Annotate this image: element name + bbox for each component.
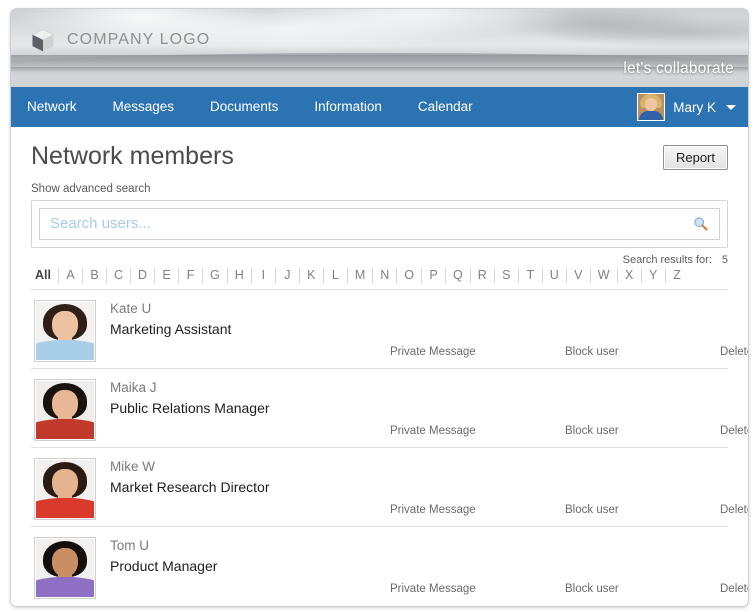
member-avatar[interactable] [34, 378, 96, 441]
alphabet-filter: All A B C D E F G H I J K L M N O P Q R S T U V W X Y Z [31, 267, 728, 290]
block-user-link[interactable]: Block user [565, 583, 619, 595]
search-input[interactable] [40, 209, 689, 238]
search-box [39, 207, 720, 240]
delete-user-link[interactable]: Delete user [720, 425, 748, 437]
cube-icon [31, 29, 55, 52]
member-list: Kate U Marketing Assistant Private Message… [31, 290, 748, 605]
search-results-summary: Search results for: 5 [31, 254, 728, 266]
delete-user-link[interactable]: Delete user [720, 504, 748, 516]
alpha-filter-u[interactable]: U [543, 267, 567, 283]
alpha-filter-w[interactable]: W [591, 267, 618, 283]
nav-item-calendar[interactable]: Calendar [400, 87, 491, 127]
alpha-filter-r[interactable]: R [471, 267, 495, 283]
alpha-filter-b[interactable]: B [83, 267, 107, 283]
delete-user-link[interactable]: Delete user [720, 346, 748, 358]
alpha-filter-all[interactable]: All [31, 267, 59, 283]
search-icon[interactable] [689, 216, 711, 231]
nav-item-network[interactable]: Network [11, 87, 95, 127]
alpha-filter-s[interactable]: S [495, 267, 519, 283]
member-actions: Private Message Block user Delete user [110, 425, 748, 441]
member-role: Product Manager [110, 557, 218, 574]
title-row: Network members Report [31, 127, 728, 171]
show-advanced-search-link[interactable]: Show advanced search [31, 183, 728, 195]
alpha-filter-n[interactable]: N [373, 267, 398, 283]
member-info: Maika J Public Relations Manager Private M… [110, 379, 748, 441]
alpha-filter-j[interactable]: J [276, 267, 300, 283]
nav-item-messages[interactable]: Messages [95, 87, 193, 127]
delete-user-link[interactable]: Delete user [720, 583, 748, 595]
alpha-filter-i[interactable]: I [252, 267, 276, 283]
alpha-filter-f[interactable]: F [179, 267, 204, 283]
member-actions: Private Message Block user Delete user [110, 346, 748, 362]
alpha-filter-l[interactable]: L [324, 267, 348, 283]
app-window: COMPANY LOGO let's collaborate Network M… [10, 8, 749, 607]
member-row: Tom U Product Manager Private Message Block… [31, 527, 748, 605]
logo-text: COMPANY LOGO [67, 31, 211, 48]
alpha-filter-v[interactable]: V [567, 267, 591, 283]
alpha-filter-t[interactable]: T [519, 267, 543, 283]
member-avatar[interactable] [34, 536, 96, 599]
avatar [637, 93, 666, 121]
member-name[interactable]: Tom U [110, 538, 728, 553]
nav-item-information[interactable]: Information [296, 87, 400, 127]
page-content: Network members Report Show advanced sea… [11, 127, 748, 606]
member-avatar[interactable] [34, 299, 96, 362]
user-menu[interactable]: Mary K [637, 87, 736, 127]
member-role: Public Relations Manager [110, 399, 270, 416]
block-user-link[interactable]: Block user [565, 346, 619, 358]
block-user-link[interactable]: Block user [565, 425, 619, 437]
member-avatar[interactable] [34, 457, 96, 520]
tagline: let's collaborate [623, 60, 734, 77]
alpha-filter-c[interactable]: C [107, 267, 132, 283]
alpha-filter-k[interactable]: K [300, 267, 324, 283]
member-name[interactable]: Kate U [110, 301, 728, 316]
alpha-filter-e[interactable]: E [155, 267, 180, 283]
alpha-filter-o[interactable]: O [397, 267, 422, 283]
search-panel [31, 199, 728, 248]
search-results-count: 5 [721, 253, 728, 266]
alpha-filter-g[interactable]: G [203, 267, 228, 283]
member-name[interactable]: Mike W [110, 459, 728, 474]
alpha-filter-q[interactable]: Q [446, 267, 471, 283]
member-info: Mike W Market Research Director Private Me… [110, 458, 748, 520]
member-role: Market Research Director [110, 478, 270, 495]
member-role: Marketing Assistant [110, 320, 232, 337]
member-row: Kate U Marketing Assistant Private Message… [31, 290, 748, 369]
alpha-filter-m[interactable]: M [348, 267, 374, 283]
page-title: Network members [31, 142, 234, 170]
user-name: Mary K [673, 99, 716, 115]
alpha-filter-d[interactable]: D [131, 267, 156, 283]
main-navbar: Network Messages Documents Information C… [11, 87, 748, 127]
alpha-filter-z[interactable]: Z [666, 268, 689, 283]
alpha-filter-y[interactable]: Y [642, 267, 666, 283]
member-name[interactable]: Maika J [110, 380, 728, 395]
chevron-down-icon [726, 104, 736, 110]
member-info: Tom U Product Manager Private Message Block… [110, 537, 748, 599]
report-button[interactable]: Report [662, 145, 728, 170]
member-row: Mike W Market Research Director Private Me… [31, 448, 748, 527]
alpha-filter-x[interactable]: X [618, 267, 642, 283]
private-message-link[interactable]: Private Message [390, 346, 476, 358]
block-user-link[interactable]: Block user [565, 504, 619, 516]
alpha-filter-p[interactable]: P [422, 267, 446, 283]
member-info: Kate U Marketing Assistant Private Message… [110, 300, 748, 362]
private-message-link[interactable]: Private Message [390, 583, 476, 595]
nav-items: Network Messages Documents Information C… [11, 87, 491, 127]
private-message-link[interactable]: Private Message [390, 504, 476, 516]
member-actions: Private Message Block user Delete user [110, 504, 748, 520]
member-actions: Private Message Block user Delete user [110, 583, 748, 599]
alpha-filter-h[interactable]: H [228, 267, 252, 283]
hero-banner: COMPANY LOGO let's collaborate [11, 9, 748, 87]
member-row: Maika J Public Relations Manager Private M… [31, 369, 748, 448]
company-logo[interactable]: COMPANY LOGO [29, 26, 210, 54]
nav-item-documents[interactable]: Documents [192, 87, 296, 127]
search-results-label: Search results for: [622, 253, 712, 266]
alpha-filter-a[interactable]: A [59, 267, 83, 283]
private-message-link[interactable]: Private Message [390, 425, 476, 437]
